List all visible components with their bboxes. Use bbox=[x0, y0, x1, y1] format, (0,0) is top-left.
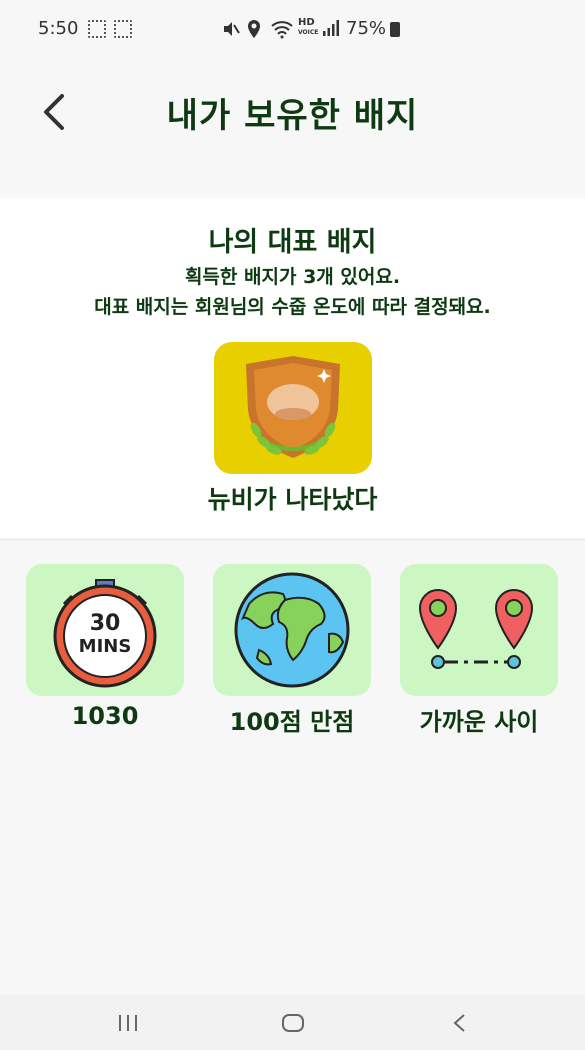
bronze-shield-laurel-icon bbox=[246, 356, 340, 458]
home-button[interactable] bbox=[273, 1009, 313, 1037]
signal-icon bbox=[323, 20, 339, 36]
badge-card-100-points[interactable] bbox=[213, 564, 371, 696]
screenshot-icon bbox=[88, 20, 106, 38]
badge-label-close-relation: 가까운 사이 bbox=[419, 708, 539, 736]
representative-badge-card[interactable] bbox=[214, 342, 372, 474]
status-time: 5:50 bbox=[38, 18, 79, 39]
stopwatch-30-mins-icon: 30 MINS bbox=[53, 579, 157, 688]
page-title: 내가 보유한 배지 bbox=[166, 96, 419, 136]
recent-apps-button[interactable] bbox=[108, 1009, 148, 1037]
location-icon bbox=[248, 20, 260, 38]
wifi-icon bbox=[271, 21, 293, 39]
stopwatch-number: 30 bbox=[90, 611, 121, 636]
screen-record-icon bbox=[114, 20, 132, 38]
home-icon bbox=[282, 1014, 304, 1032]
badge-count-text: 획득한 배지가 3개 있어요. bbox=[184, 266, 401, 288]
representative-badge-name: 뉴비가 나타났다 bbox=[207, 485, 378, 514]
status-bar: 5:50 HD VOICE 75% bbox=[0, 0, 585, 60]
badge-card-close-relation[interactable] bbox=[400, 564, 558, 696]
battery-icon bbox=[390, 22, 400, 37]
badge-label-100-points: 100점 만점 bbox=[229, 708, 355, 736]
section-title: 나의 대표 배지 bbox=[208, 227, 377, 258]
badge-label-1030: 1030 bbox=[71, 702, 139, 730]
nav-back-button[interactable] bbox=[440, 1009, 480, 1037]
two-location-pins-icon bbox=[418, 588, 534, 669]
mute-icon bbox=[224, 22, 240, 36]
badge-card-1030[interactable]: 30 MINS bbox=[26, 564, 184, 696]
recent-apps-icon bbox=[119, 1015, 137, 1031]
hd-voice-icon: HD VOICE bbox=[298, 17, 319, 37]
representative-badge-section: 나의 대표 배지 획득한 배지가 3개 있어요. 대표 배지는 회원님의 수줍 … bbox=[0, 198, 585, 538]
badge-description-text: 대표 배지는 회원님의 수줍 온도에 따라 결정돼요. bbox=[94, 296, 491, 318]
earth-globe-icon bbox=[234, 572, 350, 688]
navigation-bar bbox=[0, 995, 585, 1050]
divider bbox=[0, 539, 585, 540]
battery-percent: 75% bbox=[346, 18, 387, 39]
back-icon bbox=[453, 1014, 465, 1032]
stopwatch-unit: MINS bbox=[79, 636, 132, 657]
